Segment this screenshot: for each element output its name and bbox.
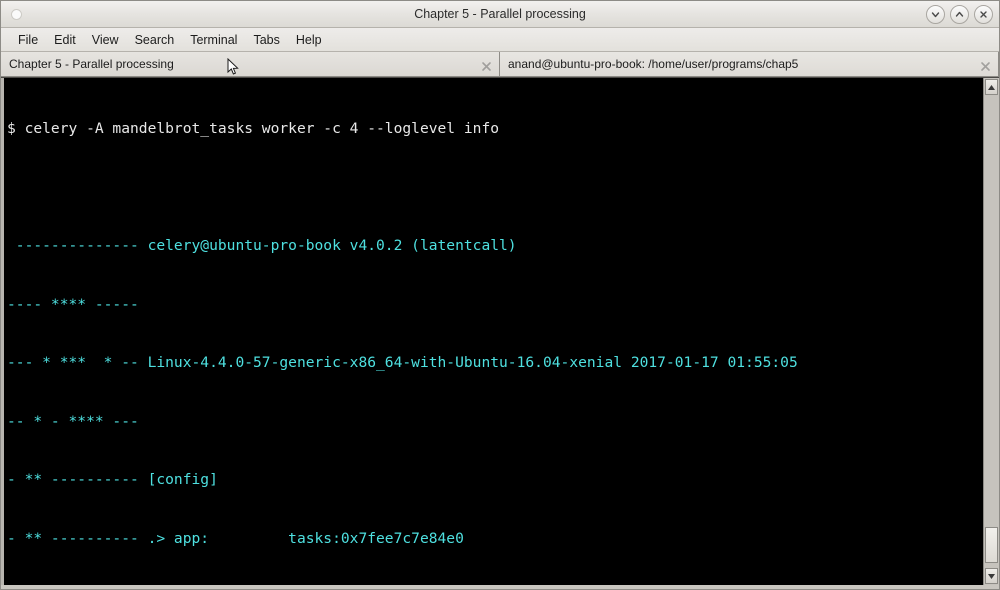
tab-label: anand@ubuntu-pro-book: /home/user/progra…: [508, 57, 799, 71]
window-bottom-edge: [1, 585, 999, 589]
terminal-scrollbar[interactable]: [983, 78, 999, 585]
scrollbar-track[interactable]: [985, 96, 998, 567]
terminal-area: $ celery -A mandelbrot_tasks worker -c 4…: [1, 77, 999, 585]
scroll-up-icon[interactable]: [985, 79, 998, 95]
terminal-line: --- * *** * -- Linux-4.4.0-57-generic-x8…: [7, 354, 798, 371]
terminal-line: ---- **** -----: [7, 295, 139, 313]
menu-item-tabs[interactable]: Tabs: [245, 32, 287, 48]
menu-item-edit[interactable]: Edit: [46, 32, 84, 48]
terminal-output[interactable]: $ celery -A mandelbrot_tasks worker -c 4…: [4, 78, 983, 585]
titlebar: Chapter 5 - Parallel processing: [1, 1, 999, 28]
tab-label: Chapter 5 - Parallel processing: [9, 57, 174, 71]
scrollbar-thumb[interactable]: [985, 527, 998, 563]
terminal-line: -- * - **** ---: [7, 412, 139, 430]
menu-item-terminal[interactable]: Terminal: [182, 32, 245, 48]
close-button[interactable]: [974, 4, 993, 24]
terminal-icon: [6, 3, 28, 25]
minimize-button[interactable]: [926, 4, 945, 24]
scroll-down-icon[interactable]: [985, 568, 998, 584]
terminal-line: - ** ---------- [config]: [7, 471, 218, 488]
window-title: Chapter 5 - Parallel processing: [414, 7, 586, 21]
menu-item-search[interactable]: Search: [127, 32, 183, 48]
menu-item-file[interactable]: File: [10, 32, 46, 48]
close-icon[interactable]: [980, 59, 991, 71]
close-icon[interactable]: [481, 59, 492, 71]
menu-item-view[interactable]: View: [84, 32, 127, 48]
menubar: File Edit View Search Terminal Tabs Help: [1, 28, 999, 52]
window-controls: [926, 4, 993, 24]
menu-item-help[interactable]: Help: [288, 32, 330, 48]
terminal-line: - ** ---------- .> app: tasks:0x7fee7c7e…: [7, 529, 464, 547]
tab-chapter5[interactable]: Chapter 5 - Parallel processing: [1, 52, 500, 76]
terminal-line: -------------- celery@ubuntu-pro-book v4…: [7, 237, 517, 254]
maximize-button[interactable]: [950, 4, 969, 24]
tab-anand-chap5[interactable]: anand@ubuntu-pro-book: /home/user/progra…: [500, 52, 999, 76]
tabbar: Chapter 5 - Parallel processing anand@ub…: [1, 52, 999, 77]
terminal-line: $ celery -A mandelbrot_tasks worker -c 4…: [7, 120, 500, 137]
terminal-window: Chapter 5 - Parallel processing File Edi…: [0, 0, 1000, 590]
